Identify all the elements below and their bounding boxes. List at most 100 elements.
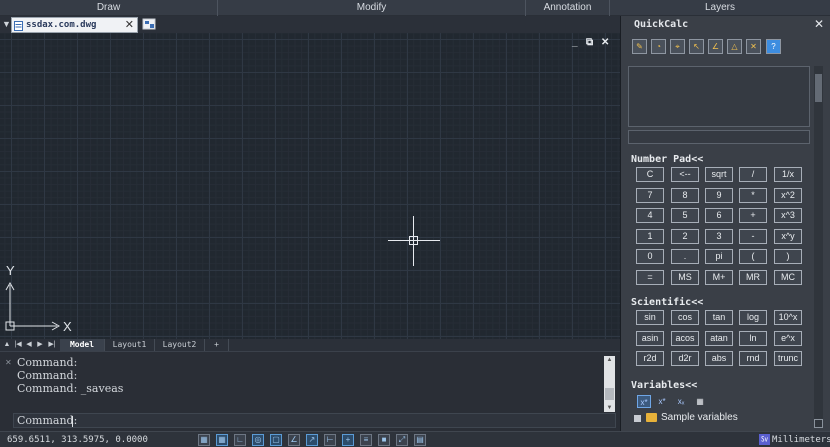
add-layout-button[interactable]: + [205,339,229,351]
numpad-key[interactable]: 5 [671,208,699,223]
scientific-key[interactable]: log [739,310,767,325]
scientific-key[interactable]: acos [671,331,699,346]
numpad-key[interactable]: . [671,249,699,264]
scientific-key[interactable]: atan [705,331,733,346]
variables-tree-item[interactable]: Sample variables [634,411,811,426]
layout-first-button[interactable]: |◀ [13,340,23,350]
history-icon[interactable]: ◔ [651,39,666,54]
close-viewport-button[interactable]: ✕ [601,38,609,48]
numpad-key[interactable]: x^y [774,229,802,244]
tab-layout1[interactable]: Layout1 [105,339,155,351]
status-lwt-toggle[interactable]: ≡ [360,434,372,446]
quickcalc-scrollbar[interactable] [814,66,823,428]
numpad-key[interactable]: MR [739,270,767,285]
help-icon[interactable]: ✕ [746,39,761,54]
close-icon[interactable]: ✕ [125,18,134,32]
ribbon-panel-modify[interactable]: Modify [218,0,526,16]
numpad-key[interactable]: 2 [671,229,699,244]
numpad-key[interactable]: + [739,208,767,223]
intersection-icon[interactable]: △ [727,39,742,54]
numpad-key[interactable]: 3 [705,229,733,244]
command-input[interactable]: Command: [13,413,616,428]
clear-icon[interactable]: ✎ [632,39,647,54]
delete-variable-icon[interactable]: xₓ [674,395,688,408]
command-history-scrollbar[interactable]: ▲ ▼ [604,356,615,412]
quickcalc-input-field[interactable] [628,130,810,144]
tree-expand-icon[interactable] [634,415,641,422]
scrollbar-thumb[interactable] [815,74,822,102]
scientific-section-title[interactable]: Scientific<< [631,297,703,309]
new-variable-icon[interactable]: x* [637,395,651,408]
scientific-key[interactable]: e^x [774,331,802,346]
file-tab-active[interactable]: ssdax.com.dwg ✕ [11,17,138,33]
scrollbar-thumb[interactable] [605,388,614,400]
status-dyn-toggle[interactable]: + [342,434,354,446]
numpad-key[interactable]: pi [705,249,733,264]
numpad-key[interactable]: x^3 [774,208,802,223]
scientific-key[interactable]: cos [671,310,699,325]
status-snap-toggle[interactable]: ▦ [216,434,228,446]
layout-prev-button[interactable]: ◀ [24,340,34,350]
calculator-icon[interactable]: ▦ [693,395,707,408]
minimize-viewport-button[interactable]: _ [572,38,578,48]
numpad-key[interactable]: 7 [636,188,664,203]
scientific-key[interactable]: r2d [636,351,664,366]
distance-icon[interactable]: ↖ [689,39,704,54]
scientific-key[interactable]: 10^x [774,310,802,325]
scientific-key[interactable]: ln [739,331,767,346]
status-ducs-toggle[interactable]: ⊢ [324,434,336,446]
numpad-key[interactable]: / [739,167,767,182]
layout-next-button[interactable]: ▶ [35,340,45,350]
numpad-key[interactable]: 4 [636,208,664,223]
numpad-key[interactable]: 8 [671,188,699,203]
numpad-key[interactable]: M+ [705,270,733,285]
numpad-key[interactable]: x^2 [774,188,802,203]
scientific-key[interactable]: abs [705,351,733,366]
tab-model[interactable]: Model [60,339,105,351]
ribbon-panel-draw[interactable]: Draw [0,0,218,16]
status-sc-toggle[interactable]: ▤ [414,434,426,446]
status-grid-toggle[interactable]: ▦ [198,434,210,446]
numpad-key[interactable]: sqrt [705,167,733,182]
scientific-key[interactable]: d2r [671,351,699,366]
numpad-key[interactable]: 9 [705,188,733,203]
scientific-key[interactable]: rnd [739,351,767,366]
tab-layout2[interactable]: Layout2 [155,339,205,351]
scientific-key[interactable]: trunc [774,351,802,366]
numpad-key[interactable]: C [636,167,664,182]
numpad-key[interactable]: MS [671,270,699,285]
scroll-down-arrow-icon[interactable]: ▼ [604,404,615,412]
command-line-close-icon[interactable]: ✕ [5,358,12,367]
numpad-key[interactable]: <-- [671,167,699,182]
layout-last-button[interactable]: ▶| [47,340,57,350]
scroll-down-arrow-icon[interactable] [814,419,823,428]
numpad-key[interactable]: 6 [705,208,733,223]
numpad-key[interactable]: = [636,270,664,285]
numpad-key[interactable]: * [739,188,767,203]
quickcalc-title-bar[interactable]: QuickCalc ✕ [621,16,830,34]
edit-variable-icon[interactable]: x* [655,395,669,408]
restore-viewport-button[interactable]: ⧉ [586,38,593,48]
angle-icon[interactable]: ∠ [708,39,723,54]
status-osnap-toggle[interactable]: ▢ [270,434,282,446]
close-icon[interactable]: ✕ [814,17,824,31]
numpad-key[interactable]: - [739,229,767,244]
status-tpy-toggle[interactable]: ■ [378,434,390,446]
info-icon[interactable]: ? [766,39,781,54]
number-pad-section-title[interactable]: Number Pad<< [631,154,703,166]
numpad-key[interactable]: ) [774,249,802,264]
scroll-up-arrow-icon[interactable]: ▲ [604,356,615,364]
drawing-canvas[interactable]: _ ⧉ ✕ Y X [0,33,620,339]
numpad-key[interactable]: ( [739,249,767,264]
numpad-key[interactable]: MC [774,270,802,285]
triangle-down-icon[interactable]: ▼ [2,18,11,30]
get-coordinates-icon[interactable]: ⌖ [670,39,685,54]
numpad-key[interactable]: 0 [636,249,664,264]
numpad-key[interactable]: 1/x [774,167,802,182]
status-otrack-toggle[interactable]: ↗ [306,434,318,446]
scientific-key[interactable]: tan [705,310,733,325]
layout-scroll-up-button[interactable]: ▲ [2,340,12,350]
scientific-key[interactable]: asin [636,331,664,346]
numpad-key[interactable]: 1 [636,229,664,244]
ribbon-panel-annotation[interactable]: Annotation [526,0,610,16]
